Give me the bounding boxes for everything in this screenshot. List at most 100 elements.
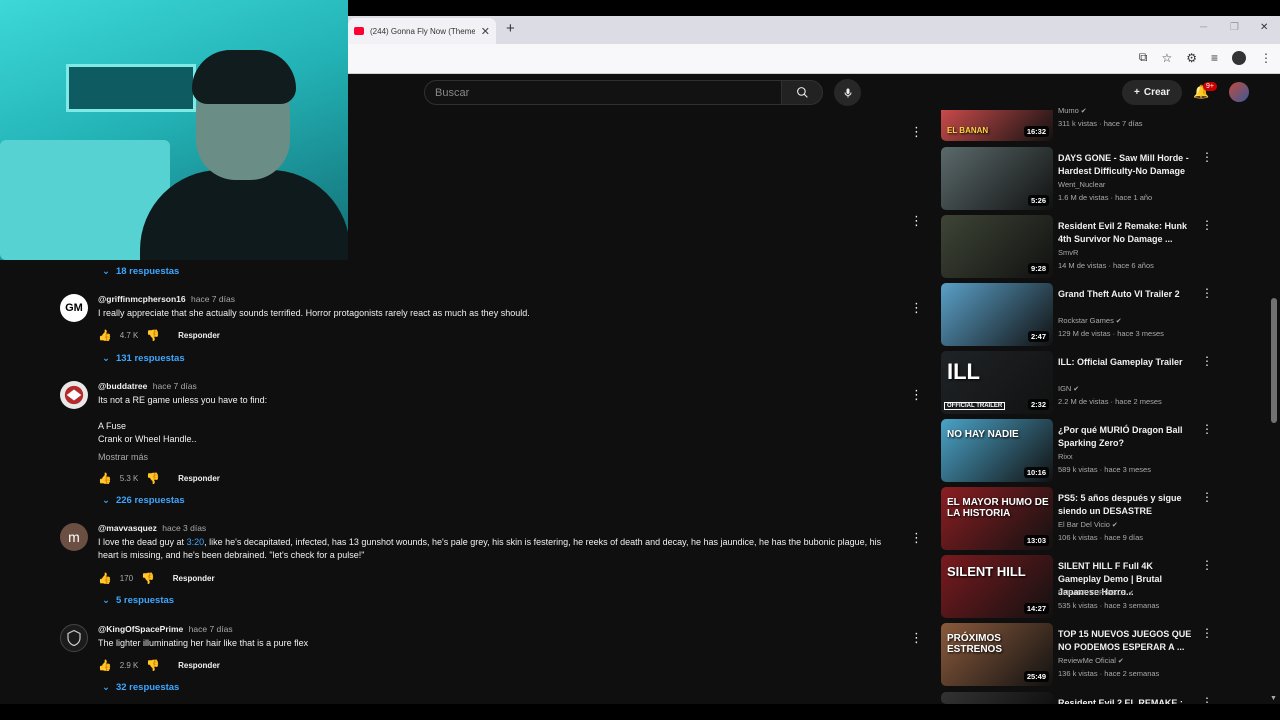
maximize-icon[interactable]: ❐ (1230, 22, 1239, 33)
comment-menu-icon[interactable]: ⋮ (910, 213, 923, 229)
comment-menu-icon[interactable]: ⋮ (910, 530, 923, 546)
bookmark-star-icon[interactable]: ☆ (1161, 51, 1172, 65)
like-icon[interactable]: 👍 (98, 329, 112, 342)
video-menu-icon[interactable]: ⋮ (1201, 422, 1213, 436)
comment-time[interactable]: hace 7 días (189, 624, 233, 634)
video-channel[interactable]: Mumo ✔ (1058, 106, 1087, 115)
video-menu-icon[interactable]: ⋮ (1201, 286, 1213, 300)
replies-toggle[interactable]: ⌄ 131 respuestas (102, 353, 185, 364)
video-channel[interactable]: Rockstar Games ✔ (1058, 316, 1122, 325)
window-close-icon[interactable]: ✕ (1260, 22, 1268, 33)
avatar[interactable] (60, 381, 88, 409)
like-icon[interactable]: 👍 (98, 472, 112, 485)
comment-author[interactable]: @KingOfSpacePrime (98, 624, 183, 634)
video-card[interactable]: NO HAY NADIE 10:16 ¿Por qué MURIÓ Dragon B… (941, 419, 1216, 483)
search-button[interactable] (781, 80, 823, 105)
video-thumbnail[interactable]: NO HAY NADIE 10:16 (941, 419, 1053, 482)
create-button[interactable]: + Crear (1122, 80, 1182, 105)
video-card[interactable]: SILENT HILL 14:27 SILENT HILL F Full 4K Ga… (941, 555, 1216, 619)
media-control-icon[interactable]: ≡ (1211, 51, 1218, 65)
like-icon[interactable]: 👍 (98, 572, 112, 585)
video-card[interactable]: 5:26 DAYS GONE - Saw Mill Horde - Hardest… (941, 147, 1216, 211)
video-menu-icon[interactable]: ⋮ (1201, 150, 1213, 164)
video-channel-name[interactable]: SmvR (1058, 248, 1078, 257)
comment-time[interactable]: hace 3 días (162, 523, 206, 533)
video-channel[interactable]: ENFANT TERRIBLE ✔ (1058, 588, 1134, 597)
comment-menu-icon[interactable]: ⋮ (910, 630, 923, 646)
video-channel[interactable]: SmvR (1058, 248, 1078, 257)
video-channel[interactable]: Rixx (1058, 452, 1073, 461)
video-menu-icon[interactable]: ⋮ (1201, 354, 1213, 368)
video-channel-name[interactable]: IGN (1058, 384, 1071, 393)
video-thumbnail[interactable]: SILENT HILL 14:27 (941, 555, 1053, 618)
dislike-icon[interactable]: 👎 (141, 572, 155, 585)
video-title[interactable]: DAYS GONE - Saw Mill Horde - Hardest Dif… (1058, 152, 1192, 178)
comment-author[interactable]: @griffinmcpherson16 (98, 294, 186, 304)
video-channel-name[interactable]: Rockstar Games (1058, 316, 1114, 325)
avatar[interactable]: GM (60, 294, 88, 322)
comment-time[interactable]: hace 7 días (191, 294, 235, 304)
voice-search-button[interactable] (834, 79, 861, 106)
browser-menu-icon[interactable]: ⋮ (1260, 51, 1272, 65)
video-channel-name[interactable]: Went_Nuclear (1058, 180, 1105, 189)
search-input[interactable]: Buscar (424, 80, 782, 105)
comment-author[interactable]: @mavvasquez (98, 523, 157, 533)
video-channel[interactable]: IGN ✔ (1058, 384, 1079, 393)
show-more-link[interactable]: Mostrar más (98, 452, 148, 462)
video-thumbnail[interactable]: EL MAYOR HUMO DE LA HISTORIA 13:03 (941, 487, 1053, 550)
dislike-icon[interactable]: 👎 (146, 659, 160, 672)
video-menu-icon[interactable]: ⋮ (1201, 626, 1213, 640)
video-thumbnail[interactable] (941, 692, 1053, 704)
video-title[interactable]: ¿Por qué MURIÓ Dragon Ball Sparking Zero… (1058, 424, 1192, 450)
minimize-icon[interactable]: ─ (1200, 22, 1207, 33)
video-thumbnail[interactable]: 5:26 (941, 147, 1053, 210)
scroll-down-arrow-icon[interactable]: ▼ (1270, 695, 1277, 702)
page-scrollbar[interactable]: ▼ (1270, 110, 1278, 702)
browser-profile-icon[interactable] (1232, 50, 1246, 65)
video-channel[interactable]: Went_Nuclear (1058, 180, 1105, 189)
video-channel-name[interactable]: El Bar Del Vicio (1058, 520, 1110, 529)
video-title[interactable]: ILL: Official Gameplay Trailer (1058, 356, 1192, 369)
video-title[interactable]: Grand Theft Auto VI Trailer 2 (1058, 288, 1192, 301)
like-icon[interactable]: 👍 (98, 659, 112, 672)
video-channel-name[interactable]: ReviewMe Oficial (1058, 656, 1116, 665)
video-channel-name[interactable]: Rixx (1058, 452, 1073, 461)
timestamp-link[interactable]: 3:20 (187, 537, 205, 547)
user-avatar[interactable] (1229, 82, 1249, 102)
replies-toggle[interactable]: ⌄ 18 respuestas (102, 266, 179, 277)
cast-icon[interactable]: ⧉ (1139, 50, 1148, 65)
comment-menu-icon[interactable]: ⋮ (910, 387, 923, 403)
video-channel-name[interactable]: ENFANT TERRIBLE (1058, 588, 1126, 597)
video-menu-icon[interactable]: ⋮ (1201, 490, 1213, 504)
extensions-icon[interactable]: ⚙ (1186, 51, 1197, 65)
video-card[interactable]: EL MAYOR HUMO DE LA HISTORIA 13:03 PS5: 5 … (941, 487, 1216, 551)
reply-button[interactable]: Responder (173, 574, 215, 583)
replies-toggle[interactable]: ⌄ 32 respuestas (102, 682, 179, 693)
video-channel[interactable]: ReviewMe Oficial ✔ (1058, 656, 1124, 665)
video-thumbnail[interactable]: EL BANAN 16:32 (941, 110, 1053, 141)
replies-toggle[interactable]: ⌄ 5 respuestas (102, 595, 174, 606)
video-menu-icon[interactable]: ⋮ (1201, 218, 1213, 232)
video-thumbnail[interactable]: 2:47 (941, 283, 1053, 346)
video-card[interactable]: 9:28 Resident Evil 2 Remake: Hunk 4th Sur… (941, 215, 1216, 279)
tab-close-icon[interactable]: ✕ (481, 25, 490, 38)
reply-button[interactable]: Responder (178, 474, 220, 483)
replies-toggle[interactable]: ⌄ 226 respuestas (102, 495, 185, 506)
reply-button[interactable]: Responder (178, 331, 220, 340)
video-thumbnail[interactable]: PRÓXIMOS ESTRENOS 25:49 (941, 623, 1053, 686)
avatar[interactable]: m (60, 523, 88, 551)
comment-author[interactable]: @buddatree (98, 381, 147, 391)
video-title[interactable]: PS5: 5 años después y sigue siendo un DE… (1058, 492, 1192, 518)
video-thumbnail[interactable]: 9:28 (941, 215, 1053, 278)
video-menu-icon[interactable]: ⋮ (1201, 558, 1213, 572)
scrollbar-thumb[interactable] (1271, 298, 1277, 423)
new-tab-button[interactable]: + (506, 20, 515, 37)
comment-menu-icon[interactable]: ⋮ (910, 124, 923, 140)
avatar[interactable] (60, 624, 88, 652)
video-channel-name[interactable]: Mumo (1058, 106, 1079, 115)
video-title[interactable]: TOP 15 NUEVOS JUEGOS QUE NO PODEMOS ESPE… (1058, 628, 1192, 654)
video-card[interactable]: EL BANAN 16:32 Mumo ✔ 311 k vistas · hace 7… (941, 106, 1216, 144)
comment-time[interactable]: hace 7 días (153, 381, 197, 391)
video-channel[interactable]: El Bar Del Vicio ✔ (1058, 520, 1118, 529)
video-card[interactable]: PRÓXIMOS ESTRENOS 25:49 TOP 15 NUEVOS JUEG… (941, 623, 1216, 687)
